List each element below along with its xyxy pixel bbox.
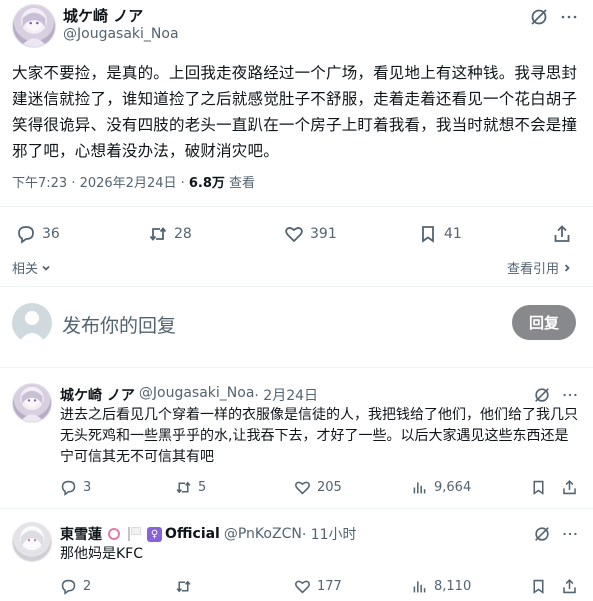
post-views-label: 查看 [224,176,256,191]
repost-icon [175,578,192,595]
share-button[interactable] [561,578,578,595]
view-count-value: 8,110 [434,579,472,594]
reply-handle[interactable]: @Jougasaki_Noa [139,385,255,405]
more-options-icon[interactable] [560,385,580,405]
repost-count[interactable]: 28 [148,224,192,244]
reply-count[interactable]: 36 [16,224,60,244]
chevron-down-icon [41,263,51,273]
white-flag-icon [131,527,141,535]
repost-icon [175,479,192,496]
divider [0,286,593,287]
reply-date[interactable]: · 11小时 [302,524,357,544]
share-button[interactable] [552,224,572,244]
repost-button[interactable] [175,578,192,595]
repost-count-value: 5 [198,480,207,495]
bookmark-button[interactable] [530,479,547,496]
like-count[interactable]: 391 [284,224,337,244]
author-avatar[interactable] [12,4,56,48]
divider [0,206,593,207]
reply-text: 那他妈是KFC [60,546,144,562]
reply-count[interactable]: 3 [60,479,91,496]
view-quotes-link[interactable]: 查看引用 [507,258,572,277]
post-views: 6.8万 [188,176,225,191]
official-badge-label: Official [165,526,220,542]
like-count-value: 177 [317,579,342,594]
like-count[interactable]: 177 [294,578,342,595]
reply-input[interactable]: 发布你的回复 [62,311,176,338]
like-count[interactable]: 205 [294,479,342,496]
view-count[interactable]: 9,664 [411,479,471,496]
divider [0,508,593,509]
reply-count-value: 2 [83,579,92,594]
reply-author-avatar[interactable] [12,522,52,562]
bookmark-icon [530,479,547,496]
grok-icon[interactable] [532,385,552,405]
repost-icon [148,224,168,244]
bookmark-count-value: 41 [444,226,462,242]
author-display-name[interactable]: 城ケ崎 ノア [63,5,143,26]
heart-icon [284,224,304,244]
analytics-icon [411,479,428,496]
flag-icon [128,527,130,541]
chevron-right-icon [562,263,572,273]
reply-icon [16,224,36,244]
bookmark-icon [530,578,547,595]
share-icon [561,479,578,496]
author-handle[interactable]: @Jougasaki_Noa [63,26,179,42]
reply-author-avatar[interactable] [12,383,52,423]
grok-icon[interactable] [532,524,552,544]
post-text: 大家不要捡，是真的。上回我走夜路经过一个广场，看见地上有这种钱。我寻思封建迷信就… [12,64,578,160]
reply-icon [60,578,77,595]
bookmark-button[interactable] [530,578,547,595]
bookmark-count[interactable]: 41 [418,224,462,244]
post-meta: 下午7:23 · 2026年2月24日 · 6.8万 查看 [12,172,255,191]
bookmark-icon [418,224,438,244]
view-count[interactable]: 8,110 [411,578,471,595]
reply-count[interactable]: 2 [60,578,91,595]
reply-count-value: 3 [83,480,92,495]
reply-icon [60,479,77,496]
post-time[interactable]: 下午7:23 · 2026年2月24日 · [12,176,189,191]
view-quotes-label: 查看引用 [507,262,560,277]
share-icon [561,578,578,595]
spiral-emoji-icon [108,528,120,540]
reply-submit-button[interactable]: 回复 [512,305,576,340]
divider [0,367,593,368]
avatar-image [20,12,48,47]
avatar-image [20,530,44,549]
analytics-icon [411,578,428,595]
reply-date[interactable]: · 2月24日 [254,385,318,405]
related-link[interactable]: 相关 [12,258,51,277]
reply-display-name[interactable]: 東雪蓮 [60,524,102,544]
avatar-image [19,390,45,422]
heart-icon [294,479,311,496]
repost-count[interactable]: 5 [175,479,206,496]
more-options-icon[interactable] [558,6,580,28]
reply-text: 进去之后看见几个穿着一样的衣服像是信徒的人，我把钱给了他们，他们给了我几只无头死… [60,407,578,465]
share-button[interactable] [561,479,578,496]
reply-header: 東雪蓮 ♀ Official @PnKoZCN · 11小时 [60,524,357,544]
heart-icon [294,578,311,595]
related-label: 相关 [12,262,39,277]
reply-header: 城ケ崎 ノア @Jougasaki_Noa · 2月24日 [60,385,318,405]
default-user-icon [18,311,46,343]
share-icon [552,224,572,244]
official-badge-icon: ♀ [147,526,162,542]
view-count-value: 9,664 [434,480,472,495]
reply-handle[interactable]: @PnKoZCN [224,526,302,542]
reply-count-value: 36 [42,226,60,242]
reply-display-name[interactable]: 城ケ崎 ノア [60,385,135,405]
more-options-icon[interactable] [560,524,580,544]
like-count-value: 205 [317,480,342,495]
repost-count-value: 28 [174,226,192,242]
like-count-value: 391 [310,226,337,242]
grok-icon[interactable] [528,6,550,28]
compose-avatar [12,303,52,343]
